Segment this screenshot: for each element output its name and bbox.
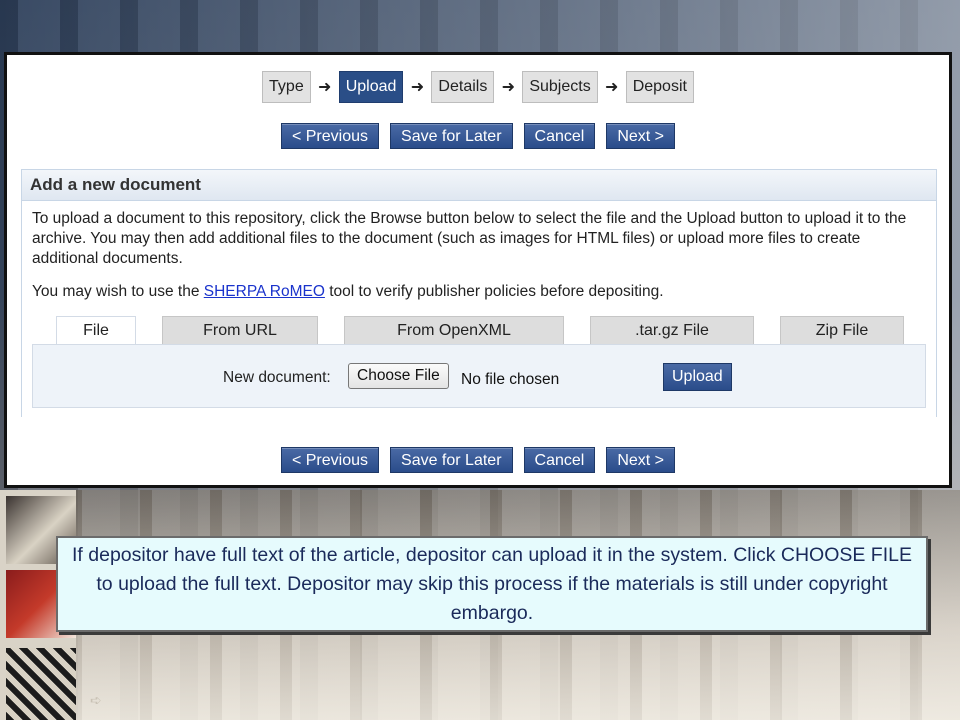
step-details[interactable]: Details xyxy=(431,71,495,103)
thumbnail-image-3 xyxy=(6,648,76,720)
tab-file[interactable]: File xyxy=(56,316,136,346)
slide-arrow-icon: ➪ xyxy=(90,692,102,708)
no-file-chosen-text: No file chosen xyxy=(461,371,560,388)
policy-prefix: You may wish to use the xyxy=(32,283,204,300)
step-type[interactable]: Type xyxy=(262,71,311,103)
upload-method-tabs: File From URL From OpenXML .tar.gz File … xyxy=(46,316,926,346)
step-deposit[interactable]: Deposit xyxy=(625,71,694,103)
next-button[interactable]: Next > xyxy=(606,447,676,473)
add-document-title: Add a new document xyxy=(22,170,936,201)
add-document-box: Add a new document To upload a document … xyxy=(21,169,937,417)
new-document-label: New document: xyxy=(223,369,331,386)
arrow-right-icon: ➜ xyxy=(410,79,425,96)
arrow-right-icon: ➜ xyxy=(605,79,619,96)
save-for-later-button[interactable]: Save for Later xyxy=(390,123,513,149)
save-for-later-button[interactable]: Save for Later xyxy=(390,447,513,473)
tab-zip-file[interactable]: Zip File xyxy=(780,316,904,344)
explanation-callout: If depositor have full text of the artic… xyxy=(56,536,928,632)
screenshot-panel: Type ➜ Upload ➜ Details ➜ Subjects ➜ Dep… xyxy=(4,52,952,488)
policy-suffix: tool to verify publisher policies before… xyxy=(324,283,664,300)
cancel-button[interactable]: Cancel xyxy=(523,447,596,473)
wizard-steps: Type ➜ Upload ➜ Details ➜ Subjects ➜ Dep… xyxy=(7,71,949,103)
callout-text: If depositor have full text of the artic… xyxy=(72,543,912,624)
tab-tar-gz-file[interactable]: .tar.gz File xyxy=(590,316,754,344)
tab-from-openxml[interactable]: From OpenXML xyxy=(344,316,564,344)
sherpa-romeo-link[interactable]: SHERPA RoMEO xyxy=(204,283,325,300)
arrow-right-icon: ➜ xyxy=(318,79,332,96)
step-subjects[interactable]: Subjects xyxy=(522,71,598,103)
upload-instructions: To upload a document to this repository,… xyxy=(32,210,907,267)
arrow-right-icon: ➜ xyxy=(501,79,516,96)
bottom-nav-buttons: < Previous Save for Later Cancel Next > xyxy=(7,447,949,473)
choose-file-button[interactable]: Choose File xyxy=(348,363,449,389)
file-upload-area: New document: Choose File No file chosen… xyxy=(32,344,926,408)
previous-button[interactable]: < Previous xyxy=(280,447,380,473)
tab-from-url[interactable]: From URL xyxy=(162,316,318,344)
step-upload[interactable]: Upload xyxy=(338,71,404,103)
cancel-button[interactable]: Cancel xyxy=(523,123,596,149)
policy-note: You may wish to use the SHERPA RoMEO too… xyxy=(32,283,926,301)
previous-button[interactable]: < Previous xyxy=(280,123,380,149)
top-nav-buttons: < Previous Save for Later Cancel Next > xyxy=(7,123,949,149)
next-button[interactable]: Next > xyxy=(606,123,676,149)
upload-button[interactable]: Upload xyxy=(663,363,732,391)
